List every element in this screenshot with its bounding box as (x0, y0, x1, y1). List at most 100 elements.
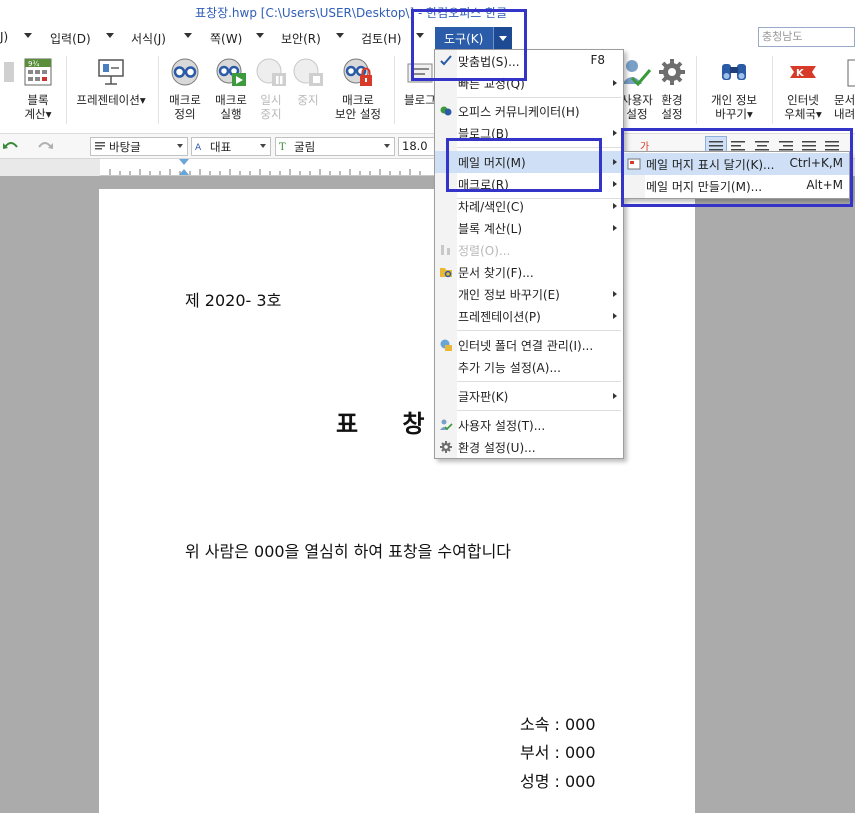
search-input[interactable] (759, 28, 855, 44)
chevron-down-icon[interactable] (106, 33, 114, 38)
menu-item-toc-index[interactable]: 차례/색인(C) (435, 195, 623, 217)
internet-post-button[interactable]: K 인터넷 우체국▾ (778, 50, 828, 133)
menu-item-sort[interactable]: 정렬(O)... (435, 239, 623, 261)
doc-download-button[interactable]: 문서 내려 (830, 50, 855, 133)
font-select[interactable]: T 굴림 (275, 137, 395, 156)
chevron-down-icon[interactable] (336, 33, 344, 38)
ribbon-divider (66, 56, 67, 124)
macro-define-label: 매크로 정의 (169, 93, 201, 121)
redo-icon[interactable] (36, 139, 54, 153)
macro-run-button[interactable]: 매크로 실행 (208, 50, 254, 133)
svg-text:9¾: 9¾ (28, 60, 39, 68)
font-size-value: 18.0 (402, 139, 428, 153)
privacy-change-button[interactable]: 개인 정보 바꾸기▾ (702, 50, 766, 133)
macro-stop-label: 중지 (297, 93, 319, 107)
tools-menu: 맞춤법(S)... F8 빠른 교정(Q) 오피스 커뮤니케이터(H) 블로그(… (434, 49, 624, 459)
menu-partial[interactable]: J) (0, 30, 8, 44)
user-check-icon (622, 60, 652, 87)
ribbon-divider (394, 56, 395, 124)
language-value: 대표 (210, 140, 232, 154)
presentation-label: 프레젠테이션▾ (76, 93, 146, 107)
menu-separator (457, 410, 621, 411)
presentation-button[interactable]: 프레젠테이션▾ (70, 50, 152, 133)
submenu-arrow-icon (613, 291, 617, 297)
menu-item-label: 개인 정보 바꾸기(E) (458, 288, 560, 302)
post-office-icon: K (790, 66, 816, 79)
sort-icon (441, 245, 450, 255)
submenu-arrow-icon (613, 393, 617, 399)
annotation-box-tools (411, 9, 527, 81)
submenu-arrow-icon (613, 225, 617, 231)
menu-separator (457, 381, 621, 382)
macro-security-button[interactable]: 매크로 보안 설정 (328, 50, 388, 133)
menu-item-label: 추가 기능 설정(A)... (458, 361, 561, 375)
privacy-change-label: 개인 정보 바꾸기▾ (711, 93, 757, 121)
menu-item-presentation[interactable]: 프레젠테이션(P) (435, 305, 623, 327)
chevron-down-icon[interactable] (256, 33, 264, 38)
menu-page[interactable]: 쪽(W) (210, 30, 242, 47)
gear-icon (440, 441, 452, 453)
ribbon-partial-button[interactable] (0, 50, 14, 133)
affiliation-line: 소속 : 000 (520, 715, 596, 734)
language-select[interactable]: A 대표 (191, 137, 271, 156)
style-select[interactable]: 바탕글 (90, 137, 188, 156)
menu-item-addon-settings[interactable]: 추가 기능 설정(A)... (435, 356, 623, 378)
menu-item-keyboard[interactable]: 글자판(K) (435, 385, 623, 407)
env-settings-label: 환경 설정 (661, 93, 683, 121)
font-size-select[interactable]: 18.0 (398, 137, 436, 156)
submenu-arrow-icon (613, 181, 617, 187)
menu-review[interactable]: 검토(H) (361, 30, 401, 47)
menu-item-label: 인터넷 폴더 연결 관리(I)... (458, 339, 594, 353)
globe-folder-icon (440, 339, 452, 351)
stop-icon (293, 58, 323, 86)
menu-item-shortcut: F8 (590, 53, 605, 67)
menu-item-label: 정렬(O)... (458, 244, 511, 258)
internet-post-label: 인터넷 우체국▾ (784, 93, 822, 121)
menu-item-user-settings[interactable]: 사용자 설정(T)... (435, 414, 623, 436)
macro-lock-icon (343, 58, 372, 86)
user-settings-label: 사용자 설정 (621, 93, 653, 121)
document-icon (847, 59, 855, 87)
chevron-down-icon[interactable] (24, 33, 32, 38)
communicator-icon (440, 106, 452, 116)
menu-item-internet-folder[interactable]: 인터넷 폴더 연결 관리(I)... (435, 334, 623, 356)
macro-record-icon (171, 58, 199, 86)
macro-pause-button[interactable]: 일시 중지 (254, 50, 288, 133)
macro-security-label: 매크로 보안 설정 (335, 93, 381, 121)
pause-icon (256, 58, 286, 86)
ribbon-divider (158, 56, 159, 124)
menu-item-env-settings[interactable]: 환경 설정(U)... (435, 436, 623, 458)
menu-separator (457, 330, 621, 331)
macro-run-label: 매크로 실행 (215, 93, 247, 121)
certificate-number: 제 2020- 3호 (185, 291, 282, 310)
search-box[interactable] (758, 27, 855, 47)
menu-item-find-document[interactable]: 문서 찾기(F)... (435, 261, 623, 283)
chevron-down-icon (177, 144, 183, 148)
env-settings-button[interactable]: 환경 설정 (654, 50, 690, 133)
menu-format[interactable]: 서식(J) (131, 30, 166, 47)
ribbon-divider (772, 56, 773, 124)
font-icon: T (279, 142, 286, 152)
macro-stop-button[interactable]: 중지 (290, 50, 326, 133)
menu-item-label: 환경 설정(U)... (458, 441, 536, 455)
ribbon-divider (696, 56, 697, 124)
menu-security[interactable]: 보안(R) (281, 30, 321, 47)
folder-search-icon (440, 268, 452, 278)
svg-text:A: A (195, 143, 202, 152)
submenu-arrow-icon (613, 313, 617, 319)
menu-item-privacy-change[interactable]: 개인 정보 바꾸기(E) (435, 283, 623, 305)
style-value: 바탕글 (109, 140, 141, 154)
menu-item-block-calc[interactable]: 블록 계산(L) (435, 217, 623, 239)
menu-item-label: 사용자 설정(T)... (458, 419, 546, 433)
annotation-box-submenu (621, 128, 853, 207)
submenu-arrow-icon (613, 80, 617, 86)
chevron-down-icon[interactable] (184, 33, 192, 38)
name-line: 성명 : 000 (520, 772, 596, 791)
menu-input[interactable]: 입력(D) (50, 30, 91, 47)
undo-icon[interactable] (2, 139, 20, 153)
macro-define-button[interactable]: 매크로 정의 (162, 50, 208, 133)
submenu-arrow-icon (613, 130, 617, 136)
language-icon: A (195, 143, 202, 152)
menu-item-office-communicator[interactable]: 오피스 커뮤니케이터(H) (435, 100, 623, 122)
block-calc-button[interactable]: 9¾ 블록 계산▾ (16, 50, 60, 133)
